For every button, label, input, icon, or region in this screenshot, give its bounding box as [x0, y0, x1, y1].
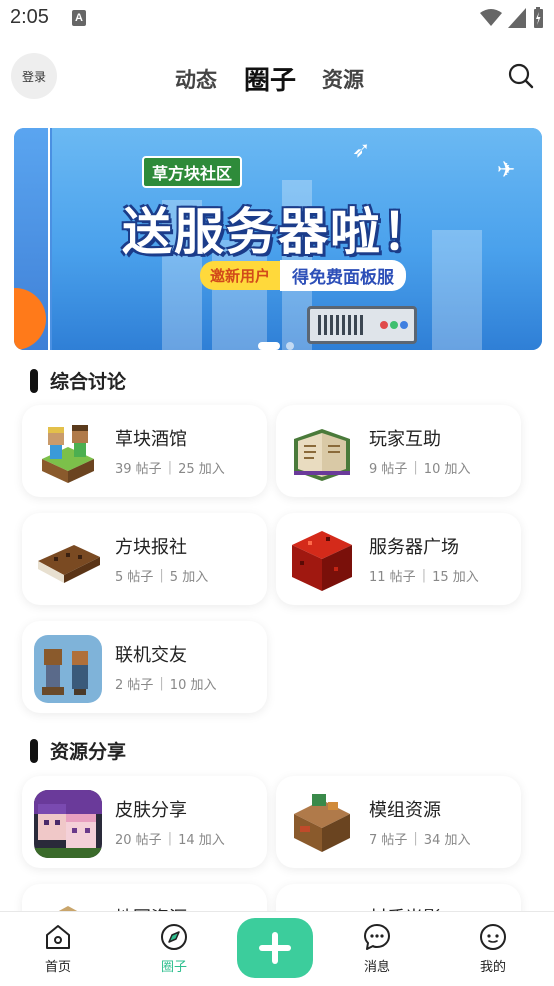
- battery-icon: [534, 7, 543, 28]
- tab-circles[interactable]: 圈子: [244, 60, 296, 97]
- redstone-block-icon: [288, 527, 356, 595]
- skin-characters-icon: [34, 790, 102, 858]
- profile-icon: [480, 924, 506, 950]
- banner-pill-right: 得免费面板服: [280, 260, 407, 291]
- leather-book-icon: [34, 527, 102, 595]
- status-time: 2:05: [10, 6, 49, 28]
- search-icon[interactable]: [507, 62, 535, 90]
- banner-dot-1[interactable]: [258, 342, 280, 350]
- banner-pagination: [258, 342, 294, 350]
- card-title: 玩家互助: [369, 429, 441, 450]
- banner-slide: ➶ ✈ 草方块社区 送服务器啦！ 邀新用户 得免费面板服: [52, 128, 542, 350]
- nav-label: 我的: [479, 960, 506, 975]
- card-title: 模组资源: [369, 800, 441, 821]
- banner-prev-slide: [14, 128, 50, 350]
- nav-home[interactable]: 首页: [18, 912, 98, 975]
- nav-profile[interactable]: 我的: [453, 912, 533, 975]
- notification-icon: A: [72, 10, 86, 26]
- card-meta: 5 帖子 | 5 加入: [115, 568, 209, 585]
- pixel-friends-icon: [34, 635, 102, 703]
- section-title-resources: 资源分享: [30, 737, 126, 764]
- nav-label: 圈子: [160, 960, 187, 975]
- nav-messages[interactable]: 消息: [337, 912, 417, 975]
- card-meta: 20 帖子 | 14 加入: [115, 831, 225, 848]
- nav-label: 消息: [363, 960, 390, 975]
- card-meta: 39 帖子 | 25 加入: [115, 460, 225, 477]
- card-meta: 2 帖子 | 10 加入: [115, 676, 217, 693]
- circle-card-mods[interactable]: 模组资源 7 帖子 | 34 加入: [276, 776, 521, 868]
- nav-label: 首页: [44, 960, 71, 975]
- banner-brand: 草方块社区: [142, 156, 243, 188]
- wifi-icon: [480, 9, 502, 26]
- circle-card-server-plaza[interactable]: 服务器广场 11 帖子 | 15 加入: [276, 513, 521, 605]
- plus-icon: [259, 932, 291, 964]
- card-title: 方块报社: [115, 537, 187, 558]
- top-tabs: 动态 圈子 资源: [0, 60, 554, 96]
- status-bar: 2:05 A: [0, 0, 554, 38]
- nav-circles[interactable]: 圈子: [134, 912, 214, 975]
- server-illustration: [307, 306, 417, 344]
- grass-block-characters-icon: [34, 419, 102, 487]
- banner-pill-left: 邀新用户: [200, 261, 281, 290]
- status-icons: [480, 7, 544, 29]
- signal-icon: [508, 8, 526, 28]
- tab-resources[interactable]: 资源: [322, 64, 364, 94]
- section-title-discussion: 综合讨论: [30, 367, 126, 394]
- home-icon: [46, 925, 70, 949]
- book-icon: [288, 419, 356, 487]
- message-icon: [364, 924, 390, 950]
- card-meta: 9 帖子 | 10 加入: [369, 460, 471, 477]
- circle-card-skins[interactable]: 皮肤分享 20 帖子 | 14 加入: [22, 776, 267, 868]
- tab-feed[interactable]: 动态: [175, 64, 217, 94]
- banner-title: 送服务器啦！: [122, 203, 434, 261]
- compass-icon: [161, 924, 187, 950]
- card-meta: 11 帖子 | 15 加入: [369, 568, 479, 585]
- circle-card-tavern[interactable]: 草块酒馆 39 帖子 | 25 加入: [22, 405, 267, 497]
- card-title: 联机交友: [115, 645, 187, 666]
- circle-card-help[interactable]: 玩家互助 9 帖子 | 10 加入: [276, 405, 521, 497]
- circle-card-news[interactable]: 方块报社 5 帖子 | 5 加入: [22, 513, 267, 605]
- banner-pill: 邀新用户 得免费面板服: [200, 260, 407, 291]
- card-title: 草块酒馆: [115, 429, 187, 450]
- promo-banner[interactable]: ➶ ✈ 草方块社区 送服务器啦！ 邀新用户 得免费面板服: [14, 128, 542, 350]
- create-post-button[interactable]: [237, 918, 313, 978]
- circle-card-friends[interactable]: 联机交友 2 帖子 | 10 加入: [22, 621, 267, 713]
- mod-blocks-icon: [288, 790, 356, 858]
- card-title: 皮肤分享: [115, 800, 187, 821]
- card-title: 服务器广场: [369, 537, 459, 558]
- banner-dot-2[interactable]: [286, 342, 294, 350]
- card-meta: 7 帖子 | 34 加入: [369, 831, 471, 848]
